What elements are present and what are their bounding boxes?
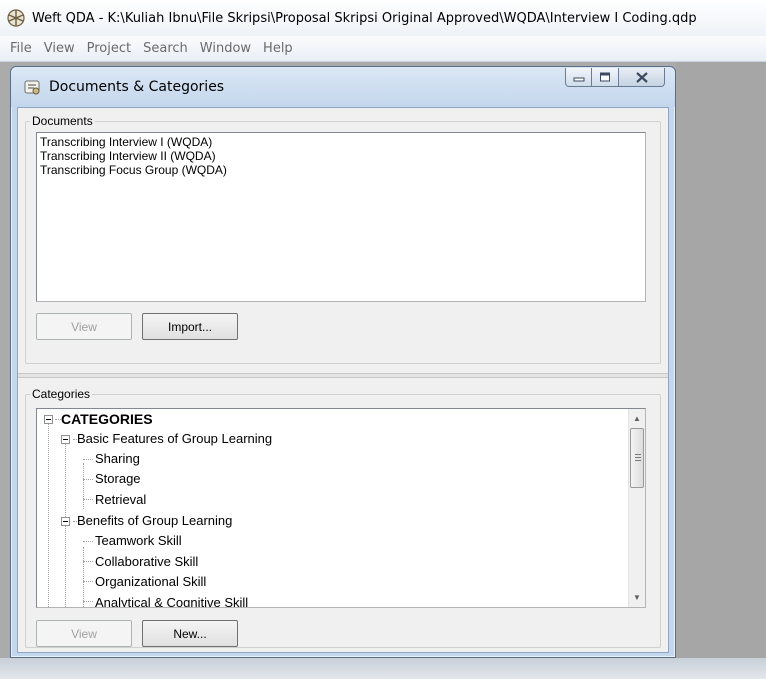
scroll-thumb[interactable] xyxy=(630,428,644,488)
close-icon xyxy=(635,71,648,83)
documents-group-label: Documents xyxy=(30,114,95,128)
menu-help[interactable]: Help xyxy=(257,41,299,56)
mdi-client-shade xyxy=(676,62,766,679)
documents-list[interactable]: Transcribing Interview I (WQDA) Transcri… xyxy=(36,132,646,302)
list-item[interactable]: Transcribing Interview II (WQDA) xyxy=(40,149,642,163)
menu-window[interactable]: Window xyxy=(194,41,257,56)
minimize-button[interactable] xyxy=(565,68,592,87)
tree-item-sharing[interactable]: Sharing xyxy=(95,449,140,469)
window-client-area: Documents Transcribing Interview I (WQDA… xyxy=(17,107,669,653)
app-title-bar[interactable]: Weft QDA - K:\Kuliah Ibnu\File Skripsi\P… xyxy=(0,0,766,36)
weft-qda-logo-icon xyxy=(7,9,25,27)
tree-connector xyxy=(83,601,93,602)
tree-item-organizational-skill[interactable]: Organizational Skill xyxy=(95,572,206,592)
menu-bar: File View Project Search Window Help xyxy=(0,36,766,62)
window-title-bar[interactable]: Documents & Categories xyxy=(11,67,675,107)
documents-categories-window: Documents & Categories Documents Transcr… xyxy=(10,66,676,658)
categories-tree[interactable]: CATEGORIES Basic Features of Group Learn… xyxy=(36,408,646,608)
tree-item-analytical-cognitive-skill[interactable]: Analytical & Cognitive Skill xyxy=(95,593,248,607)
tree-item-retrieval[interactable]: Retrieval xyxy=(95,490,146,510)
app-title: Weft QDA - K:\Kuliah Ibnu\File Skripsi\P… xyxy=(32,10,697,26)
scroll-down-icon[interactable]: ▼ xyxy=(629,589,645,606)
menu-file[interactable]: File xyxy=(4,41,38,56)
maximize-icon xyxy=(600,72,610,82)
list-item[interactable]: Transcribing Focus Group (WQDA) xyxy=(40,163,642,177)
window-caption-buttons xyxy=(565,68,665,87)
tree-connector xyxy=(83,541,93,542)
bottom-edge xyxy=(0,658,766,679)
tree-item-collaborative-skill[interactable]: Collaborative Skill xyxy=(95,552,198,572)
menu-project[interactable]: Project xyxy=(81,41,137,56)
import-button[interactable]: Import... xyxy=(142,313,238,340)
tree-item-storage[interactable]: Storage xyxy=(95,469,141,489)
tree-connector xyxy=(83,561,93,562)
tree-group-benefits[interactable]: Benefits of Group Learning xyxy=(77,511,232,531)
categories-group-label: Categories xyxy=(30,387,93,401)
scroll-up-icon[interactable]: ▲ xyxy=(629,410,645,427)
categories-scrollbar[interactable]: ▲ ▼ xyxy=(628,409,645,607)
tree-root-categories[interactable]: CATEGORIES xyxy=(61,409,153,429)
tree-connector xyxy=(83,547,84,607)
collapse-categories-icon[interactable] xyxy=(44,415,53,424)
tree-connector xyxy=(83,459,93,460)
documents-view-button[interactable]: View xyxy=(36,313,132,340)
maximize-button[interactable] xyxy=(592,68,619,87)
menu-search[interactable]: Search xyxy=(137,41,194,56)
window-title: Documents & Categories xyxy=(49,79,225,95)
window-app-icon xyxy=(24,80,40,95)
tree-connector xyxy=(83,499,93,500)
close-button[interactable] xyxy=(619,68,665,87)
tree-connector xyxy=(83,581,93,582)
tree-group-basic-features[interactable]: Basic Features of Group Learning xyxy=(77,429,272,449)
tree-connector xyxy=(48,423,49,607)
collapse-group-icon[interactable] xyxy=(61,435,70,444)
list-item[interactable]: Transcribing Interview I (WQDA) xyxy=(40,135,642,149)
collapse-group-icon[interactable] xyxy=(61,517,70,526)
tree-connector xyxy=(83,463,84,509)
panel-splitter[interactable] xyxy=(18,373,668,378)
grip-line xyxy=(635,460,641,461)
grip-line xyxy=(635,457,641,458)
new-category-button[interactable]: New... xyxy=(142,620,238,647)
grip-line xyxy=(635,454,641,455)
menu-view[interactable]: View xyxy=(38,41,81,56)
categories-view-button[interactable]: View xyxy=(36,620,132,647)
tree-connector xyxy=(83,479,93,480)
tree-item-teamwork-skill[interactable]: Teamwork Skill xyxy=(95,531,182,551)
minimize-icon xyxy=(573,77,584,82)
